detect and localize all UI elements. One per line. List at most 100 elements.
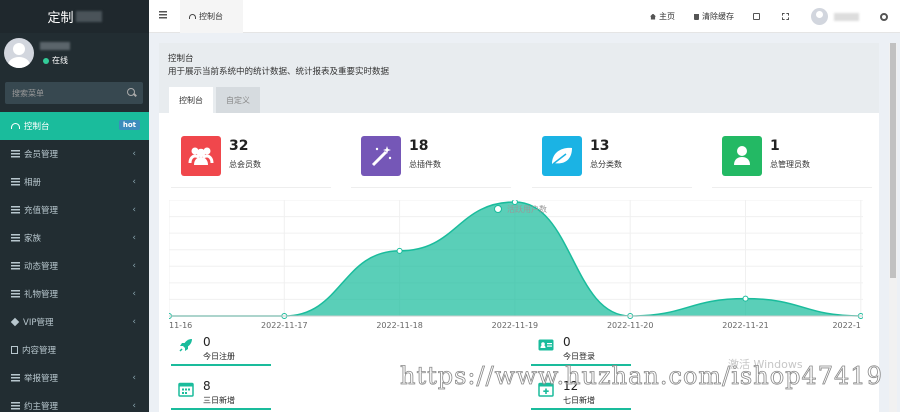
document-icon: [11, 346, 18, 354]
list-icon: [11, 234, 20, 242]
x-tick-label: 2022-11-21: [722, 321, 769, 330]
stat-value: 1: [770, 138, 780, 154]
active-users-chart: 11-16 2022-11-17 2022-11-18 2022-11-19 2022-…: [169, 200, 863, 330]
tab-label: 控制台: [199, 12, 223, 21]
sidebar-item-members[interactable]: 会员管理 ‹: [0, 140, 149, 168]
sidebar-item-dashboard[interactable]: 控制台 hot: [0, 112, 149, 140]
sidebar-item-label: 充值管理: [24, 206, 59, 216]
fullscreen-icon: [782, 13, 789, 20]
sidebar-item-vip[interactable]: VIP管理 ‹: [0, 308, 149, 336]
sidebar-item-family[interactable]: 家族 ‹: [0, 224, 149, 252]
user-icon: [722, 136, 762, 176]
top-username-redacted[interactable]: [834, 12, 859, 21]
x-tick-label: 11-16: [169, 321, 192, 330]
stat-label: 总分类数: [590, 160, 622, 169]
mini-stat-value: 0: [203, 335, 211, 349]
stat-members: 32 总会员数: [171, 136, 331, 188]
progress-bar: [171, 364, 271, 366]
clear-cache-button[interactable]: 清除缓存: [694, 11, 734, 22]
fullscreen-button[interactable]: [782, 13, 792, 20]
site-watermark: https://www.huzhan.com/ishop47419: [400, 362, 883, 391]
user-status: 在线: [43, 55, 68, 66]
sidebar-item-label: 内容管理: [22, 346, 57, 356]
sidebar-item-reports[interactable]: 举报管理 ‹: [0, 364, 149, 392]
users-icon: [181, 136, 221, 176]
hot-badge: hot: [118, 120, 140, 130]
list-icon: [11, 374, 20, 382]
data-point: [396, 247, 403, 254]
sidebar-item-recharge[interactable]: 充值管理 ‹: [0, 196, 149, 224]
brand-redacted: [75, 11, 102, 22]
stat-label: 总管理员数: [770, 160, 810, 169]
divider: [532, 187, 692, 188]
stat-label: 总插件数: [409, 160, 441, 169]
x-tick-label: 2022-11-20: [607, 321, 654, 330]
sidebar-item-content[interactable]: 内容管理: [0, 336, 149, 364]
progress-bar: [171, 408, 271, 410]
trash-icon: [694, 13, 699, 20]
sidebar-item-album[interactable]: 相册 ‹: [0, 168, 149, 196]
menu-toggle-icon[interactable]: [159, 11, 167, 19]
list-icon: [11, 402, 20, 410]
home-label: 主页: [659, 12, 675, 21]
language-icon: [753, 13, 760, 20]
divider: [171, 187, 331, 188]
top-navbar: 控制台 主页 清除缓存: [149, 0, 900, 33]
sidebar-item-label: 约主管理: [24, 402, 59, 412]
content-tabs: 控制台 自定义: [169, 87, 260, 113]
rocket-icon: [179, 339, 192, 352]
chevron-left-icon: ‹: [132, 317, 136, 327]
chevron-left-icon: ‹: [132, 205, 136, 215]
user-status-label: 在线: [52, 56, 68, 65]
mini-stat-value: 0: [563, 335, 571, 349]
language-button[interactable]: [753, 13, 763, 20]
chevron-left-icon: ‹: [132, 401, 136, 411]
sidebar: 定制 在线 搜索菜单 控制台 hot 会员管理 ‹ 相册 ‹ 充值管理 ‹ 家族…: [0, 0, 149, 412]
page-subtitle: 用于展示当前系统中的统计数据、统计报表及重要实时数据: [168, 67, 390, 77]
scrollbar[interactable]: [889, 43, 897, 412]
sidebar-item-label: 家族: [24, 234, 42, 244]
x-tick-label: 2022-11-17: [261, 321, 308, 330]
menu-search-input[interactable]: 搜索菜单: [5, 82, 143, 104]
top-avatar[interactable]: [811, 8, 828, 25]
stat-plugins: 18 总插件数: [351, 136, 511, 188]
search-icon[interactable]: [127, 88, 135, 96]
stat-categories: 13 总分类数: [532, 136, 692, 188]
progress-bar: [531, 408, 631, 410]
list-icon: [11, 206, 20, 214]
sidebar-item-label: 礼物管理: [24, 290, 59, 300]
magic-wand-icon: [361, 136, 401, 176]
mini-stat-today-register: 0 今日注册: [171, 335, 341, 366]
divider: [712, 187, 872, 188]
chevron-left-icon: ‹: [132, 177, 136, 187]
data-point: [511, 200, 518, 205]
sidebar-item-gifts[interactable]: 礼物管理 ‹: [0, 280, 149, 308]
calendar-icon: [178, 382, 194, 397]
page-title: 控制台: [168, 54, 194, 64]
sidebar-item-label: 相册: [24, 178, 42, 188]
dashboard-icon: [189, 14, 196, 19]
tab-custom[interactable]: 自定义: [216, 87, 260, 113]
sidebar-item-hosts[interactable]: 约主管理 ‹: [0, 392, 149, 412]
stat-label: 总会员数: [229, 160, 261, 169]
chevron-left-icon: ‹: [132, 149, 136, 159]
sidebar-item-label: 动态管理: [24, 262, 59, 272]
user-name-redacted: [40, 42, 70, 50]
chevron-left-icon: ‹: [132, 289, 136, 299]
dashboard-icon: [11, 123, 20, 129]
home-link[interactable]: 主页: [650, 11, 675, 22]
brand-logo[interactable]: 定制: [0, 0, 149, 33]
avatar: [4, 38, 34, 68]
sidebar-item-moments[interactable]: 动态管理 ‹: [0, 252, 149, 280]
tab-console[interactable]: 控制台: [169, 87, 213, 113]
page-header: 控制台 用于展示当前系统中的统计数据、统计报表及重要实时数据 控制台 自定义: [159, 43, 879, 113]
list-icon: [11, 262, 20, 270]
scrollbar-thumb[interactable]: [890, 43, 896, 278]
mini-stat-label: 今日注册: [203, 352, 235, 361]
legend-label: 活跃用户数: [507, 204, 547, 214]
menu-search-placeholder: 搜索菜单: [12, 88, 44, 98]
tab-dashboard[interactable]: 控制台: [180, 0, 243, 33]
data-point: [742, 295, 749, 302]
online-dot-icon: [43, 57, 49, 64]
gear-icon[interactable]: [880, 12, 888, 21]
